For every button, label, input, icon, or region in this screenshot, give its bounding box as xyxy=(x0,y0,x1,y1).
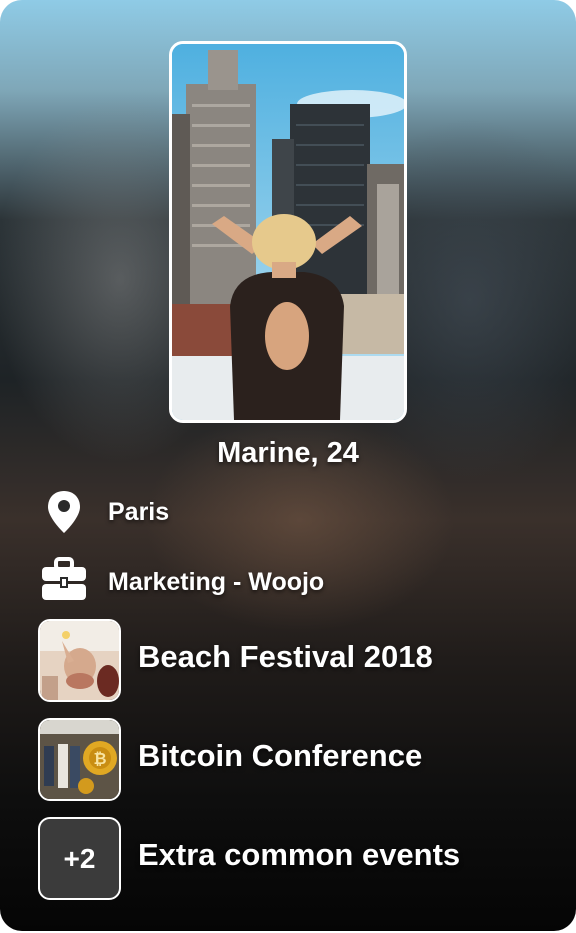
profile-photo-image xyxy=(172,44,404,420)
festival-thumbnail xyxy=(38,619,121,702)
event-label: Extra common events xyxy=(138,837,461,872)
festival-photo xyxy=(40,621,119,700)
more-events-badge[interactable]: +2 xyxy=(38,817,121,900)
profile-photo[interactable] xyxy=(169,41,407,423)
bitcoin-photo: ₿ xyxy=(40,720,119,799)
event-label: Beach Festival 2018 xyxy=(138,639,433,674)
job-row: Marketing - Woojo xyxy=(40,556,440,604)
event-item-extra-events[interactable]: +2 Extra common events xyxy=(38,817,488,901)
event-item-beach-festival[interactable]: Beach Festival 2018 xyxy=(38,619,468,703)
profile-card[interactable]: Marine, 24 Paris Marketing - Woojo Beach… xyxy=(0,0,576,931)
event-label: Bitcoin Conference xyxy=(138,738,423,773)
location-pin-icon xyxy=(48,491,80,533)
event-item-bitcoin-conference[interactable]: ₿ Bitcoin Conference xyxy=(38,718,468,802)
briefcase-icon xyxy=(42,557,86,600)
svg-text:₿: ₿ xyxy=(93,750,106,768)
profile-name-age: Marine, 24 xyxy=(217,437,359,469)
job-text: Marketing - Woojo xyxy=(108,568,325,596)
location-text: Paris xyxy=(108,498,170,526)
location-row: Paris xyxy=(40,488,440,536)
bitcoin-thumbnail: ₿ xyxy=(38,718,121,801)
